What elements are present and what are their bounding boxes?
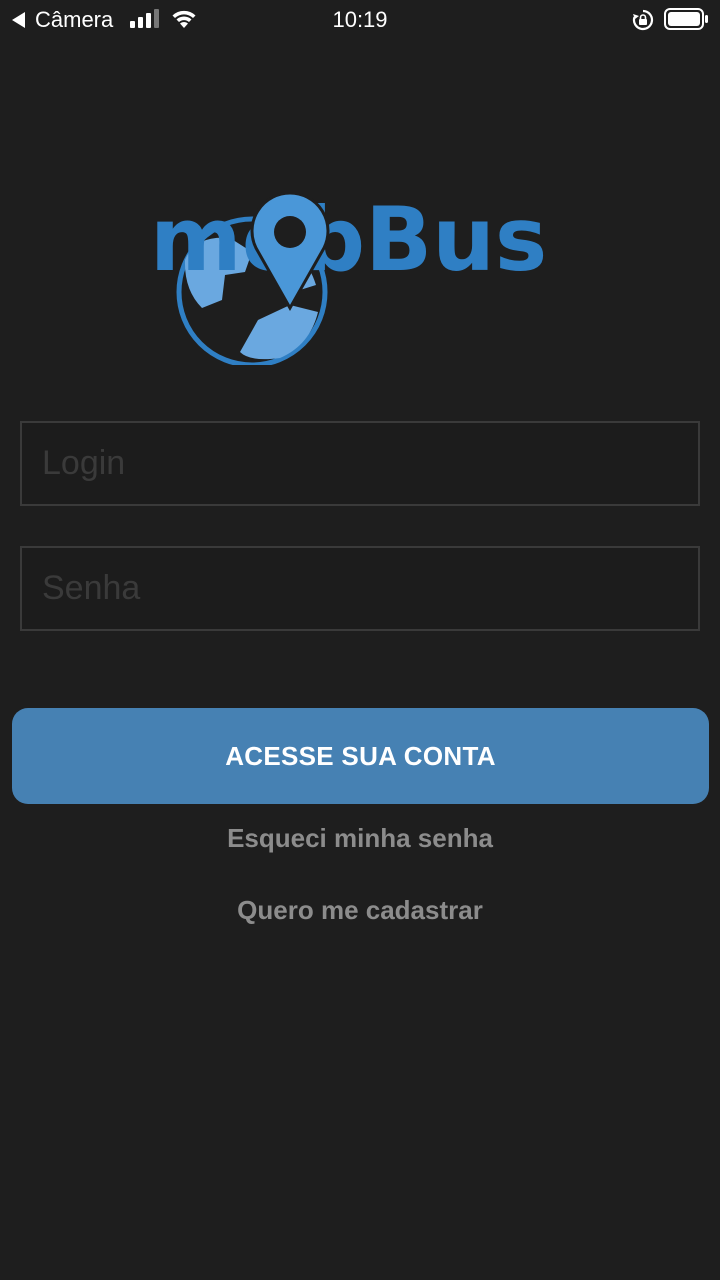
logo-text: mobBus (150, 190, 547, 291)
orientation-lock-icon (632, 9, 654, 31)
clock: 10:19 (332, 7, 388, 32)
battery-icon (664, 8, 708, 30)
login-button[interactable]: ACESSE SUA CONTA (12, 708, 709, 804)
password-input[interactable] (22, 548, 698, 629)
mobbus-logo: mobBus (150, 190, 547, 365)
login-screen: Câmera 10:19 mobBus Login ACESSE SUA CON… (0, 0, 720, 1280)
password-field[interactable] (20, 546, 700, 631)
forgot-password-link[interactable]: Esqueci minha senha (0, 823, 720, 854)
status-bar: Câmera 10:19 (0, 0, 720, 40)
login-field[interactable] (20, 421, 700, 506)
register-link[interactable]: Quero me cadastrar (0, 895, 720, 926)
login-input[interactable] (22, 423, 698, 504)
